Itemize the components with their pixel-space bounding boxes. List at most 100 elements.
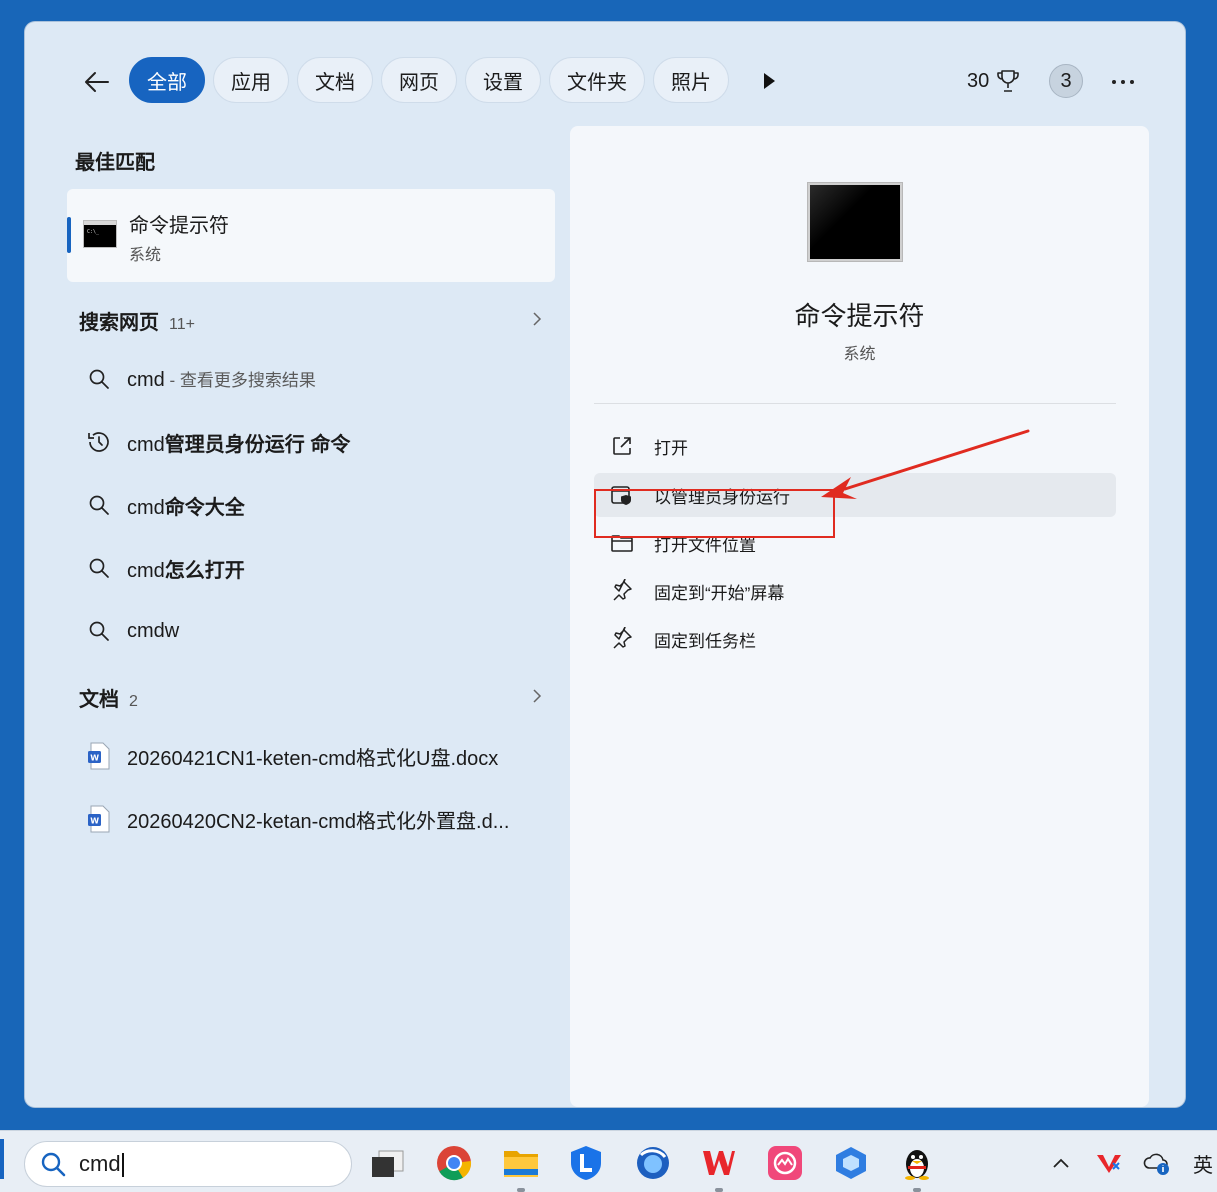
web-search-count: 11+ (169, 316, 195, 333)
taskbar-edge-indicator (0, 1139, 4, 1179)
chrome-app[interactable] (435, 1144, 473, 1182)
task-view-button[interactable] (368, 1144, 406, 1182)
web-result-hint: - 查看更多搜索结果 (164, 371, 316, 390)
web-result-text: cmd (127, 559, 165, 582)
search-icon (89, 558, 109, 578)
history-icon (88, 432, 109, 452)
taskbar-search-value: cmd (79, 1150, 121, 1176)
best-match-item[interactable]: C:\_ 命令提示符 系统 (67, 189, 555, 282)
best-match-title: 命令提示符 (129, 215, 229, 237)
pin-icon (613, 627, 632, 649)
v-red-icon (1097, 1155, 1121, 1173)
tab-settings[interactable]: 设置 (465, 57, 541, 103)
web-search-heading[interactable]: 搜索网页 11+ (79, 306, 195, 335)
action-pin-to-start[interactable]: 固定到“开始”屏幕 (594, 569, 1116, 613)
tab-photos[interactable]: 照片 (653, 57, 729, 103)
red-arrow-annotation (821, 429, 1030, 499)
running-indicator (715, 1188, 723, 1192)
detail-title: 命令提示符 (794, 301, 925, 331)
documents-heading[interactable]: 文档 2 (79, 683, 138, 712)
wps-icon (703, 1151, 735, 1175)
web-result-item[interactable]: cmd命令大全 (75, 478, 555, 532)
admin-shield-icon (611, 486, 631, 505)
web-result-text: cmdw (127, 619, 180, 642)
tray-network[interactable] (1142, 1148, 1172, 1178)
chevron-right-icon[interactable] (529, 311, 545, 327)
word-doc-icon: W (88, 805, 110, 833)
cube-icon (836, 1147, 866, 1179)
lenovo-app[interactable] (567, 1144, 605, 1182)
search-icon (89, 369, 109, 389)
web-result-bold: 管理员身份运行 命令 (164, 433, 351, 456)
show-hidden-icons-button[interactable] (1048, 1148, 1074, 1178)
running-indicator (517, 1188, 525, 1192)
ime-indicator[interactable]: 英 (1188, 1148, 1217, 1178)
web-result-item[interactable]: cmd怎么打开 (75, 541, 555, 595)
cloud-info-icon (1143, 1153, 1169, 1175)
heart-chart-icon (768, 1146, 802, 1180)
cmd-app-icon: C:\_ (83, 220, 117, 248)
action-open-file-location[interactable]: 打开文件位置 (594, 521, 1116, 565)
rewards-points[interactable]: 30 (967, 68, 1021, 94)
tab-all[interactable]: 全部 (129, 57, 205, 103)
tab-folders[interactable]: 文件夹 (549, 57, 645, 103)
document-item[interactable]: W 20260420CN2-ketan-cmd格式化外置盘.d... (75, 792, 555, 846)
folder-icon (611, 535, 633, 552)
detail-pane: 命令提示符 系统 打开 以管理员身份运行 打开文件位置 固定到“开始”屏幕 固定… (570, 126, 1149, 1107)
tab-web[interactable]: 网页 (381, 57, 457, 103)
file-explorer-app[interactable] (502, 1144, 540, 1182)
word-doc-icon: W (88, 742, 110, 770)
svg-text:W: W (90, 754, 99, 763)
start-search-panel: 全部 应用 文档 网页 设置 文件夹 照片 30 3 最佳匹配 C:\_ 命令提… (25, 22, 1185, 1107)
tray-app[interactable] (1094, 1148, 1124, 1178)
chevron-right-icon[interactable] (529, 688, 545, 704)
account-badge[interactable]: 3 (1049, 64, 1083, 98)
text-caret (121, 1153, 124, 1178)
svg-text:W: W (90, 817, 99, 826)
cmd-app-large-icon (807, 182, 903, 262)
detail-divider (594, 403, 1116, 404)
pin-icon (613, 579, 632, 601)
web-result-item[interactable]: cmd - 查看更多搜索结果 (75, 352, 555, 406)
search-icon (89, 621, 109, 641)
filter-bar: 全部 应用 文档 网页 设置 文件夹 照片 30 3 (25, 22, 1185, 132)
action-pin-to-start-label: 固定到“开始”屏幕 (654, 583, 785, 603)
best-match-subtitle: 系统 (129, 247, 162, 264)
back-button[interactable] (81, 66, 113, 98)
tab-apps[interactable]: 应用 (213, 57, 289, 103)
action-run-as-admin-label: 以管理员身份运行 (654, 487, 790, 507)
action-pin-to-taskbar-label: 固定到任务栏 (654, 631, 756, 651)
action-open-file-location-label: 打开文件位置 (654, 535, 756, 555)
web-result-item[interactable]: cmdw (75, 604, 555, 658)
tab-documents[interactable]: 文档 (297, 57, 373, 103)
running-indicator (913, 1188, 921, 1192)
browser-app[interactable] (634, 1144, 672, 1182)
play-icon (764, 73, 775, 89)
more-tabs-button[interactable] (758, 70, 780, 92)
detail-subtitle: 系统 (843, 346, 876, 363)
taskbar-search-box[interactable]: cmd (24, 1141, 352, 1187)
selection-indicator (67, 217, 71, 253)
qq-app[interactable] (898, 1144, 936, 1182)
task-view-icon (372, 1150, 404, 1177)
document-item[interactable]: W 20260421CN1-keten-cmd格式化U盘.docx (75, 729, 555, 783)
documents-count: 2 (129, 693, 138, 710)
web-result-item[interactable]: cmd管理员身份运行 命令 (75, 415, 555, 469)
pink-app[interactable] (766, 1144, 804, 1182)
filter-tabs: 全部 应用 文档 网页 设置 文件夹 照片 (129, 57, 729, 103)
documents-heading-label: 文档 (79, 689, 119, 711)
wps-app[interactable] (700, 1144, 738, 1182)
web-search-heading-label: 搜索网页 (79, 312, 159, 334)
open-external-icon (613, 437, 631, 455)
action-pin-to-taskbar[interactable]: 固定到任务栏 (594, 617, 1116, 661)
cube-app[interactable] (832, 1144, 870, 1182)
ellipsis-icon (1112, 80, 1134, 84)
arrow-left-icon (85, 72, 109, 92)
document-name: 20260420CN2-ketan-cmd格式化外置盘.d... (127, 810, 510, 833)
taskbar: cmd 英 (0, 1130, 1217, 1192)
shield-l-icon (571, 1146, 601, 1180)
web-result-text: cmd (127, 433, 165, 456)
rewards-points-value: 30 (967, 69, 990, 92)
more-options-button[interactable] (1107, 66, 1139, 98)
search-icon (41, 1152, 66, 1177)
